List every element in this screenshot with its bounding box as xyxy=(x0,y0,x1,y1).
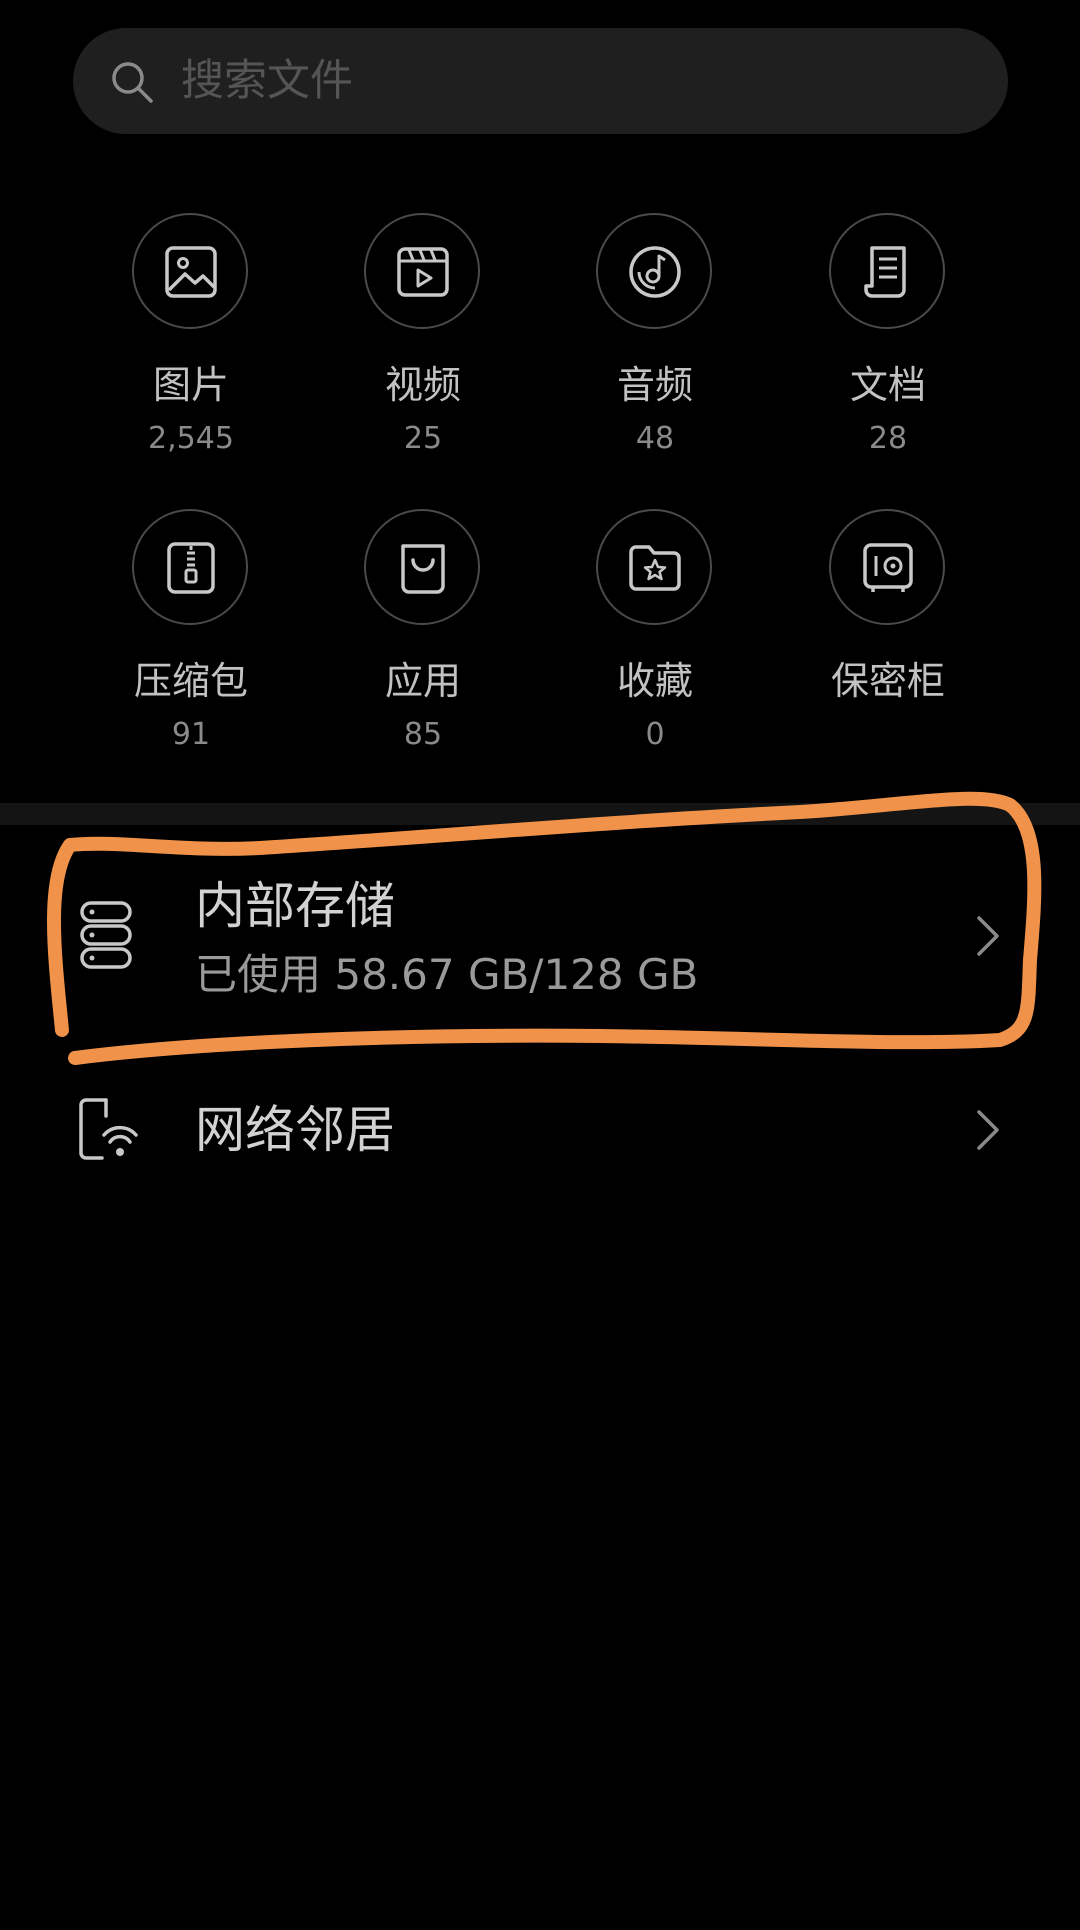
search-input[interactable]: 搜索文件 xyxy=(181,52,353,110)
search-bar[interactable]: 搜索文件 xyxy=(73,28,1008,134)
category-count: 2,545 xyxy=(148,421,234,456)
image-icon xyxy=(132,213,248,329)
category-count: 85 xyxy=(403,717,443,752)
network-neighbor-title: 网络邻居 xyxy=(195,1101,395,1159)
network-device-icon xyxy=(79,1098,138,1160)
document-icon xyxy=(829,213,945,329)
app-bag-icon xyxy=(364,509,480,625)
video-icon xyxy=(364,213,480,329)
category-count: 25 xyxy=(403,421,443,456)
category-count: 48 xyxy=(635,421,675,456)
file-manager-screen: 搜索文件 图片 2,545 视频 25 音频 48 文档 28 压缩包 91 应… xyxy=(0,0,1080,1930)
chevron-right-icon xyxy=(977,916,999,956)
category-count: 91 xyxy=(171,717,211,752)
archive-icon xyxy=(132,509,248,625)
internal-storage-usage: 已使用 58.67 GB/128 GB xyxy=(195,950,699,999)
category-count: 28 xyxy=(868,421,908,456)
internal-storage-row[interactable]: 内部存储 已使用 58.67 GB/128 GB xyxy=(0,830,1080,1030)
category-label: 应用 xyxy=(384,659,461,703)
category-count: 0 xyxy=(645,717,665,752)
category-label: 音频 xyxy=(616,363,693,407)
category-label: 保密柜 xyxy=(830,659,945,703)
section-divider xyxy=(0,803,1080,825)
search-icon xyxy=(112,62,153,103)
category-label: 收藏 xyxy=(616,659,693,703)
category-label: 视频 xyxy=(384,363,461,407)
favorite-folder-icon xyxy=(596,509,712,625)
internal-storage-title: 内部存储 xyxy=(195,877,395,935)
category-label: 压缩包 xyxy=(133,659,248,703)
chevron-right-icon xyxy=(977,1110,999,1150)
network-neighbor-row[interactable]: 网络邻居 xyxy=(0,1070,1080,1190)
audio-icon xyxy=(596,213,712,329)
category-label: 文档 xyxy=(849,363,926,407)
safe-icon xyxy=(829,509,945,625)
storage-icon xyxy=(80,901,132,969)
category-label: 图片 xyxy=(152,363,229,407)
